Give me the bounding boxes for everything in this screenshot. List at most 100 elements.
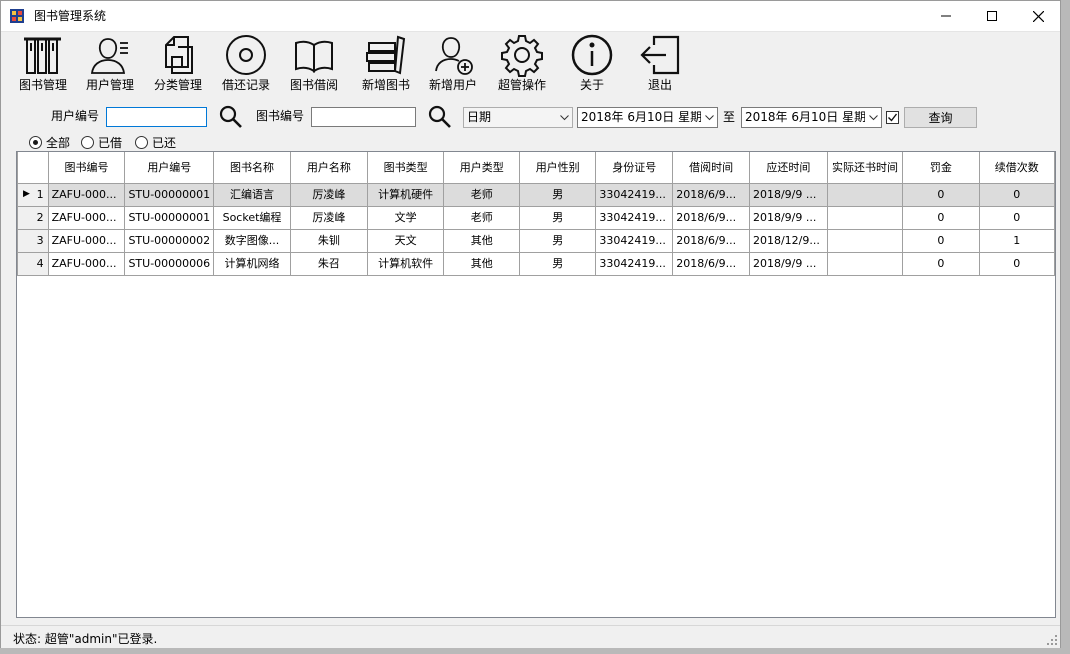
radio-all[interactable] [29, 136, 42, 149]
table-cell[interactable]: 汇编语言 [213, 182, 291, 207]
row-header[interactable]: ▶ 1 [17, 182, 49, 207]
table-cell[interactable]: 0 [902, 182, 980, 207]
table-cell[interactable]: 朱钏 [289, 228, 368, 253]
table-cell[interactable]: 男 [519, 182, 597, 207]
table-cell[interactable]: 男 [519, 228, 597, 253]
column-header[interactable]: 借阅时间 [672, 152, 750, 184]
table-row[interactable]: 2 ZAFU-000... STU-00000001 Socket编程 厉凌峰 文学 老师男… [17, 205, 1055, 230]
records-grid[interactable]: 图书编号 用户编号 图书名称 用户名称 图书类型 用户类型 用户性别 身份证号 … [16, 151, 1056, 618]
table-cell[interactable]: 33042419... [595, 251, 674, 276]
toolbar-admin-operations[interactable]: 超管操作 [497, 33, 547, 93]
column-header[interactable]: 用户名称 [289, 152, 368, 184]
column-header[interactable]: 图书名称 [213, 152, 291, 184]
table-cell[interactable] [826, 205, 904, 230]
table-cell[interactable]: 2018/6/9... [672, 182, 750, 207]
table-cell[interactable]: ZAFU-000... [47, 182, 126, 207]
table-cell[interactable]: STU-00000002 [124, 228, 215, 253]
column-header[interactable]: 用户编号 [124, 152, 215, 184]
table-cell[interactable]: 0 [902, 251, 980, 276]
resize-grip-icon[interactable] [1047, 635, 1057, 645]
date-from-picker[interactable]: 2018年 6月10日 星期日 [577, 107, 718, 128]
book-no-input[interactable] [311, 107, 416, 127]
table-cell[interactable]: 其他 [443, 251, 521, 276]
date-filter-checkbox[interactable] [886, 111, 899, 124]
search-user-icon[interactable] [219, 105, 243, 129]
table-cell[interactable]: 厉凌峰 [289, 182, 368, 207]
table-cell[interactable]: 2018/6/9... [672, 251, 750, 276]
table-cell[interactable]: ZAFU-000... [47, 228, 126, 253]
table-cell[interactable]: 2018/9/9 ... [748, 251, 828, 276]
user-no-input[interactable] [106, 107, 207, 127]
minimize-button[interactable] [923, 1, 969, 31]
table-row[interactable]: ▶ 1 ZAFU-000... STU-00000001 汇编语言 厉凌峰 计算机硬件 老师男… [17, 182, 1055, 207]
table-cell[interactable]: 2018/12/9... [748, 228, 828, 253]
table-cell[interactable]: 33042419... [595, 228, 674, 253]
search-book-icon[interactable] [428, 105, 452, 129]
radio-borrowed[interactable] [81, 136, 94, 149]
table-cell[interactable] [826, 228, 904, 253]
toolbar-category-management[interactable]: 分类管理 [153, 33, 203, 93]
table-cell[interactable]: 2018/9/9 ... [748, 205, 828, 230]
table-cell[interactable]: 数字图像... [213, 228, 291, 253]
table-cell[interactable]: 0 [902, 205, 980, 230]
radio-returned[interactable] [135, 136, 148, 149]
table-row[interactable]: 4 ZAFU-000... STU-00000006 计算机网络 朱召 计算机软件 其他男 3… [17, 251, 1055, 276]
table-row[interactable]: 3 ZAFU-000... STU-00000002 数字图像... 朱钏 天文 其他男 33… [17, 228, 1055, 253]
table-cell[interactable]: 计算机硬件 [366, 182, 445, 207]
table-cell[interactable]: 计算机软件 [366, 251, 445, 276]
column-header[interactable]: 续借次数 [978, 152, 1055, 184]
table-cell[interactable]: 其他 [443, 228, 521, 253]
table-cell[interactable]: ZAFU-000... [47, 205, 126, 230]
table-cell[interactable]: 计算机网络 [213, 251, 291, 276]
table-cell[interactable]: 33042419... [595, 182, 674, 207]
table-cell[interactable]: 朱召 [289, 251, 368, 276]
table-cell[interactable]: 厉凌峰 [289, 205, 368, 230]
column-header[interactable]: 图书类型 [366, 152, 445, 184]
column-header[interactable]: 用户性别 [519, 152, 597, 184]
toolbar-exit[interactable]: 退出 [635, 33, 685, 93]
table-cell[interactable]: 0 [902, 228, 980, 253]
table-cell[interactable]: Socket编程 [213, 205, 291, 230]
table-cell[interactable]: 33042419... [595, 205, 674, 230]
toolbar-book-management[interactable]: 图书管理 [18, 33, 68, 93]
table-cell[interactable]: STU-00000006 [124, 251, 215, 276]
table-cell[interactable]: 1 [978, 228, 1055, 253]
row-header[interactable]: 2 [17, 205, 49, 230]
column-header[interactable]: 用户类型 [443, 152, 521, 184]
table-cell[interactable]: 老师 [443, 205, 521, 230]
toolbar-about[interactable]: 关于 [567, 33, 617, 93]
row-header[interactable]: 4 [17, 251, 49, 276]
table-cell[interactable]: 0 [978, 251, 1055, 276]
table-cell[interactable] [826, 182, 904, 207]
row-header[interactable]: 3 [17, 228, 49, 253]
table-cell[interactable]: 0 [978, 182, 1055, 207]
table-cell[interactable]: 文学 [366, 205, 445, 230]
date-to-picker[interactable]: 2018年 6月10日 星期日 [741, 107, 882, 128]
maximize-button[interactable] [969, 1, 1015, 31]
column-header[interactable]: 实际还书时间 [826, 152, 904, 184]
table-cell[interactable]: 男 [519, 205, 597, 230]
column-header[interactable]: 罚金 [902, 152, 980, 184]
table-cell[interactable] [826, 251, 904, 276]
close-button[interactable] [1015, 1, 1061, 31]
toolbar-borrow-records[interactable]: 借还记录 [221, 33, 271, 93]
table-cell[interactable]: 天文 [366, 228, 445, 253]
query-button[interactable]: 查询 [904, 107, 977, 128]
toolbar-book-borrow[interactable]: 图书借阅 [289, 33, 339, 93]
toolbar-add-user[interactable]: 新增用户 [428, 33, 478, 93]
date-type-select[interactable]: 日期 [463, 107, 573, 128]
table-cell[interactable]: 2018/6/9... [672, 228, 750, 253]
toolbar-add-book[interactable]: 新增图书 [358, 33, 414, 93]
table-cell[interactable]: 男 [519, 251, 597, 276]
table-cell[interactable]: 老师 [443, 182, 521, 207]
table-cell[interactable]: 2018/6/9... [672, 205, 750, 230]
column-header[interactable]: 应还时间 [748, 152, 828, 184]
table-cell[interactable]: STU-00000001 [124, 205, 215, 230]
column-header[interactable]: 图书编号 [47, 152, 126, 184]
column-header[interactable]: 身份证号 [595, 152, 674, 184]
table-cell[interactable]: ZAFU-000... [47, 251, 126, 276]
table-cell[interactable]: 2018/9/9 ... [748, 182, 828, 207]
toolbar-user-management[interactable]: 用户管理 [85, 33, 135, 93]
table-cell[interactable]: STU-00000001 [124, 182, 215, 207]
table-cell[interactable]: 0 [978, 205, 1055, 230]
